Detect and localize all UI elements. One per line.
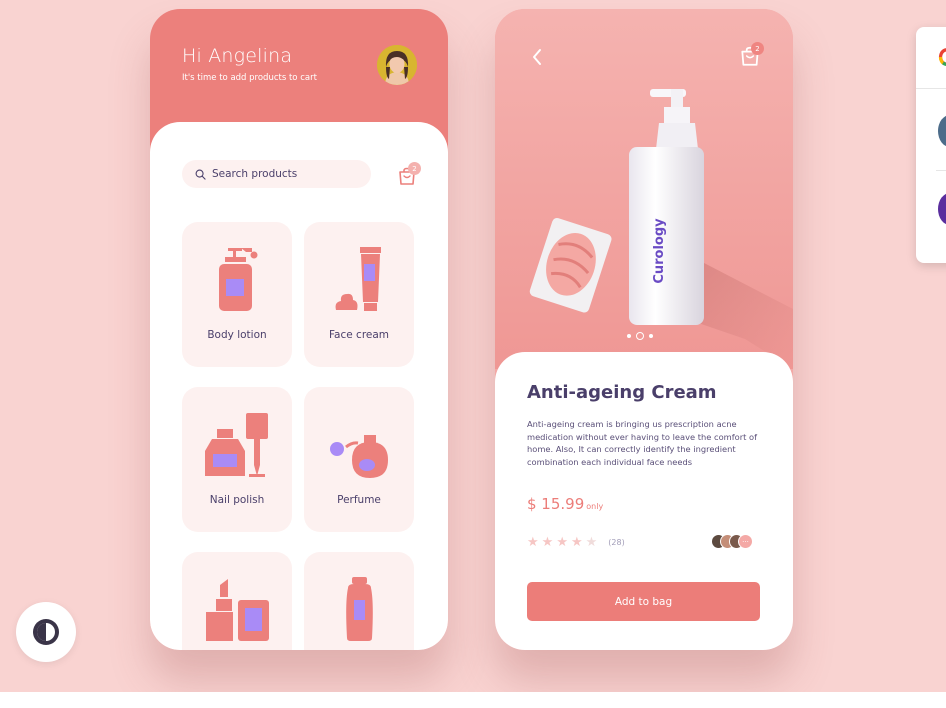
- greeting-title: Hi Angelina: [182, 45, 293, 67]
- bottle-brand-text: Curology: [652, 218, 667, 284]
- nail-polish-icon: [205, 413, 268, 477]
- makeup-icon: [206, 579, 269, 641]
- star-empty-icon: ★: [585, 535, 598, 550]
- home-body: Search products 2 Body lotion Face cream…: [150, 122, 448, 650]
- cart-count-badge: 2: [408, 162, 421, 175]
- category-label: Body lotion: [207, 329, 267, 341]
- divider: [936, 170, 946, 171]
- search-input[interactable]: Search products: [182, 160, 371, 188]
- more-reviewers-badge: ···: [738, 534, 753, 549]
- category-perfume[interactable]: Perfume: [304, 387, 414, 532]
- rating-stars: ★ ★ ★ ★ ★ (28): [527, 536, 625, 549]
- category-makeup[interactable]: [182, 552, 292, 650]
- category-shampoo[interactable]: [304, 552, 414, 650]
- category-label: Nail polish: [209, 494, 265, 506]
- category-nail-polish[interactable]: Nail polish: [182, 387, 292, 532]
- star-icon: ★: [527, 535, 539, 550]
- reviewer-avatars[interactable]: ···: [711, 534, 761, 550]
- category-label: Face cream: [328, 329, 390, 341]
- star-icon: ★: [556, 535, 568, 550]
- face-cream-icon: [335, 247, 381, 311]
- carousel-indicator[interactable]: [627, 332, 653, 340]
- search-placeholder: Search products: [212, 168, 298, 180]
- category-body-lotion[interactable]: Body lotion: [182, 222, 292, 367]
- cart-count-badge: 2: [751, 42, 764, 55]
- product-title: Anti-ageing Cream: [527, 382, 717, 403]
- dribbble-shot-canvas: Hi Angelina It's time to add products to…: [0, 0, 946, 692]
- review-count: (28): [608, 538, 625, 547]
- product-price: $ 15.99 only: [527, 495, 603, 513]
- account-avatar[interactable]: [938, 115, 946, 147]
- shampoo-icon: [346, 577, 373, 641]
- carousel-dot[interactable]: [627, 334, 631, 338]
- price-suffix: only: [586, 502, 604, 511]
- price-value: $ 15.99: [527, 495, 585, 513]
- product-info-card: Anti-ageing Cream Anti-ageing cream is b…: [495, 352, 793, 650]
- star-icon: ★: [570, 535, 583, 550]
- back-button[interactable]: [525, 45, 549, 69]
- divider: [916, 88, 946, 89]
- product-detail-screen: Curology 2 Anti-ageing Cream Anti-ageing…: [495, 9, 793, 650]
- carousel-dot[interactable]: [649, 334, 653, 338]
- contrast-icon: [33, 619, 59, 645]
- add-to-bag-button[interactable]: Add to bag: [527, 582, 760, 621]
- body-lotion-icon: [219, 248, 258, 311]
- perfume-icon: [330, 435, 388, 478]
- google-icon[interactable]: [936, 45, 946, 69]
- chevron-left-icon: [533, 49, 541, 65]
- share-panel: [916, 27, 946, 263]
- star-icon: ★: [541, 535, 554, 550]
- product-hero-image: Curology 2: [495, 9, 793, 369]
- search-icon: [195, 169, 206, 180]
- cart-button[interactable]: 2: [397, 162, 421, 186]
- category-label: Perfume: [337, 494, 381, 506]
- theme-toggle-button[interactable]: [16, 602, 76, 662]
- home-screen: Hi Angelina It's time to add products to…: [150, 9, 448, 650]
- cart-button[interactable]: 2: [739, 42, 764, 67]
- account-avatar[interactable]: [938, 193, 946, 225]
- category-face-cream[interactable]: Face cream: [304, 222, 414, 367]
- product-description: Anti-ageing cream is bringing us prescri…: [527, 419, 758, 467]
- carousel-dot-active[interactable]: [636, 332, 644, 340]
- user-avatar[interactable]: [377, 45, 417, 85]
- greeting-subtitle: It's time to add products to cart: [182, 73, 317, 83]
